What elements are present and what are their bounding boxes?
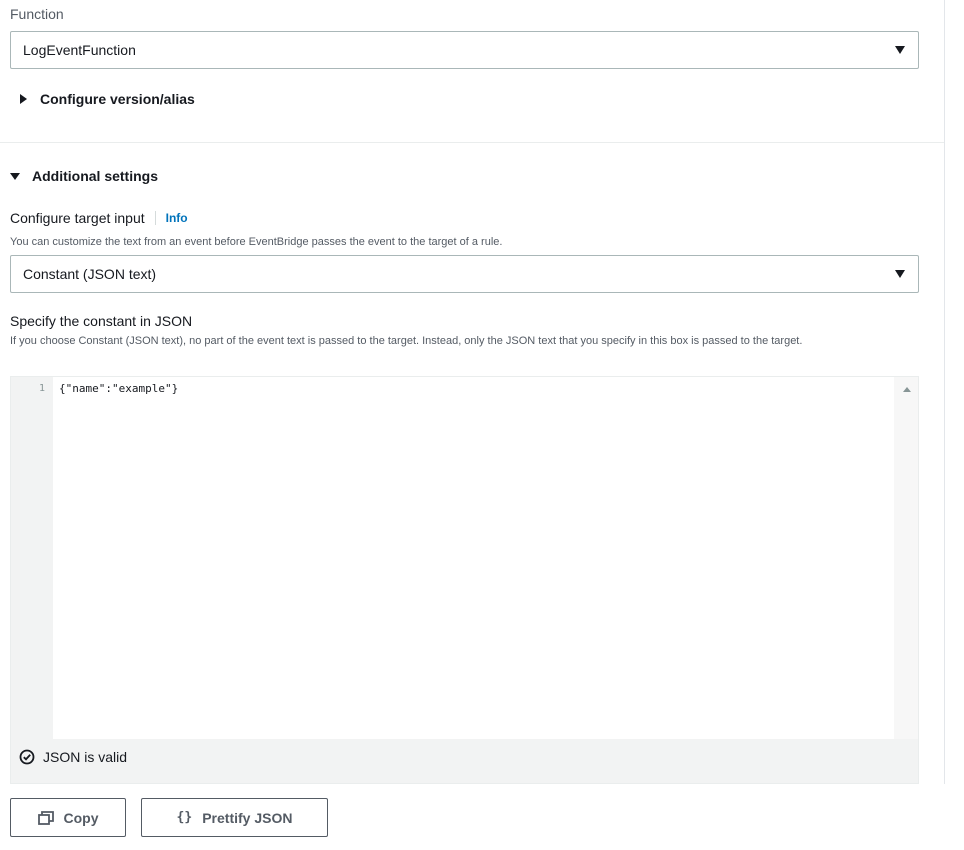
json-code-line[interactable]: {"name":"example"} [59, 382, 178, 395]
constant-json-label: Specify the constant in JSON [10, 313, 193, 329]
caret-down-icon [895, 46, 905, 54]
target-input-label: Configure target input [10, 210, 145, 226]
caret-down-icon [10, 173, 20, 180]
configure-version-alias-expander[interactable]: Configure version/alias [18, 91, 195, 107]
constant-json-description: If you choose Constant (JSON text), no p… [10, 335, 803, 347]
copy-button[interactable]: Copy [10, 798, 126, 837]
additional-settings-expander[interactable]: Additional settings [10, 168, 158, 184]
editor-scrollbar[interactable] [894, 377, 918, 739]
braces-icon: {} [176, 810, 193, 825]
target-input-select[interactable]: Constant (JSON text) [10, 255, 919, 293]
caret-down-icon [895, 270, 905, 278]
json-status: JSON is valid [19, 749, 127, 765]
target-input-description: You can customize the text from an event… [10, 236, 503, 248]
line-number: 1 [39, 383, 46, 394]
copy-icon [37, 810, 54, 825]
copy-button-label: Copy [63, 809, 99, 826]
json-editor: 1 {"name":"example"} JSON is valid [10, 376, 919, 784]
check-circle-icon [19, 749, 35, 765]
section-divider [0, 142, 944, 143]
scroll-up-arrow-icon[interactable] [903, 387, 911, 392]
prettify-json-button-label: Prettify JSON [202, 809, 293, 826]
caret-right-icon [20, 94, 27, 104]
target-input-select-value: Constant (JSON text) [23, 266, 157, 282]
configure-version-alias-label: Configure version/alias [40, 91, 195, 107]
prettify-json-button[interactable]: {} Prettify JSON [141, 798, 328, 837]
json-status-text: JSON is valid [43, 749, 128, 765]
additional-settings-label: Additional settings [32, 168, 158, 184]
function-select-value: LogEventFunction [23, 42, 136, 58]
function-label: Function [10, 6, 64, 22]
panel-right-border [944, 0, 945, 784]
function-select[interactable]: LogEventFunction [10, 31, 919, 69]
editor-gutter: 1 [11, 377, 53, 739]
target-input-label-row: Configure target input Info [10, 210, 188, 226]
info-link[interactable]: Info [154, 211, 188, 225]
json-code-area[interactable] [53, 377, 894, 739]
